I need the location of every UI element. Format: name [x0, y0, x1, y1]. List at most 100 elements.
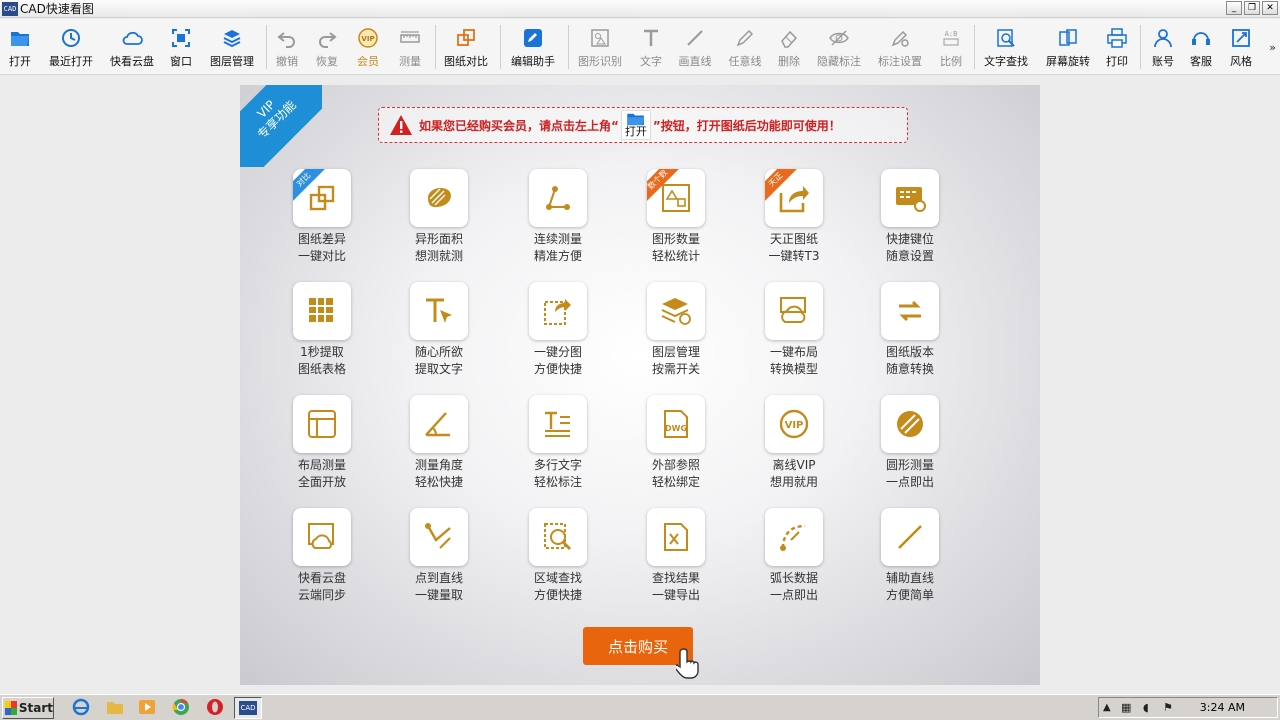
- feature-tile[interactable]: [765, 282, 823, 340]
- feature-tile[interactable]: [293, 395, 351, 453]
- style-button[interactable]: 风格: [1226, 19, 1256, 75]
- text-search-button[interactable]: 文字查找: [982, 19, 1030, 75]
- feature-item[interactable]: 多行文字 轻松标注: [503, 395, 613, 491]
- keyboard-settings-icon: [896, 187, 926, 212]
- feature-tile[interactable]: [410, 282, 468, 340]
- feature-tile[interactable]: [647, 508, 705, 566]
- feature-item[interactable]: 快捷键位 随意设置: [855, 169, 965, 265]
- edit-assistant-button[interactable]: 编辑助手: [508, 19, 558, 75]
- feature-tile[interactable]: DWG: [647, 395, 705, 453]
- feature-tile[interactable]: [529, 395, 587, 453]
- shape-recognition-icon: [591, 29, 609, 47]
- rotate-screen-button[interactable]: 屏幕旋转: [1044, 19, 1092, 75]
- annotation-settings-button[interactable]: 标注设置: [876, 19, 924, 75]
- user-icon: [1154, 29, 1172, 48]
- feature-item[interactable]: 1秒提取 图纸表格: [267, 282, 377, 378]
- feature-item[interactable]: 辅助直线 方便简单: [855, 508, 965, 604]
- file-explorer-icon[interactable]: [106, 698, 124, 716]
- taskbar-app-cad[interactable]: CAD: [234, 697, 262, 719]
- text-tool-button[interactable]: 文字: [636, 19, 666, 75]
- toolbar-overflow-button[interactable]: »: [1269, 41, 1276, 54]
- customer-service-button[interactable]: 客服: [1186, 19, 1216, 75]
- feature-title: 连续测量: [533, 232, 582, 246]
- feature-item[interactable]: 圆形测量 一点即出: [855, 395, 965, 491]
- measure-button[interactable]: 测量: [394, 19, 426, 75]
- feature-tile[interactable]: VIP: [765, 395, 823, 453]
- compare-button[interactable]: 图纸对比: [442, 19, 490, 75]
- tray-expand-icon[interactable]: ▲: [1103, 702, 1111, 713]
- restore-button[interactable]: ❐: [1244, 1, 1260, 15]
- feature-tile[interactable]: [881, 395, 939, 453]
- start-button[interactable]: Start: [2, 696, 54, 719]
- delete-button[interactable]: 删除: [774, 19, 804, 75]
- feature-tile[interactable]: [293, 508, 351, 566]
- feature-item[interactable]: 弧长数据 一点即出: [739, 508, 849, 604]
- feature-item[interactable]: 测量角度 轻松快捷: [384, 395, 494, 491]
- feature-tile[interactable]: [647, 282, 705, 340]
- svg-text:VIP: VIP: [361, 35, 374, 43]
- print-button[interactable]: 打印: [1102, 19, 1132, 75]
- volume-icon[interactable]: ◖: [1143, 701, 1149, 714]
- feature-item[interactable]: 连续测量 精准方便: [503, 169, 613, 265]
- feature-item[interactable]: 一键布局 转换模型: [739, 282, 849, 378]
- vip-ribbon: VIP 专享功能: [240, 85, 322, 167]
- feature-item[interactable]: 天正 天正图纸 一键转T3: [739, 169, 849, 265]
- feature-item[interactable]: 查找结果 一键导出: [621, 508, 731, 604]
- feature-tile[interactable]: [529, 282, 587, 340]
- hide-annotation-button[interactable]: 隐藏标注: [816, 19, 862, 75]
- layer-manager-button[interactable]: 图层管理: [206, 19, 258, 75]
- network-icon[interactable]: ▦: [1121, 701, 1131, 714]
- feature-item[interactable]: DWG 外部参照 轻松绑定: [621, 395, 731, 491]
- feature-item[interactable]: 快看云盘 云端同步: [267, 508, 377, 604]
- chrome-icon[interactable]: [172, 698, 190, 716]
- feature-tile[interactable]: 对比: [293, 169, 351, 227]
- feature-title: 1秒提取: [300, 345, 344, 359]
- media-player-icon[interactable]: [138, 698, 156, 716]
- scale-button[interactable]: A:B 比例: [936, 19, 966, 75]
- feature-item[interactable]: 布局测量 全面开放: [267, 395, 377, 491]
- feature-item[interactable]: 图纸版本 随意转换: [855, 282, 965, 378]
- flag-icon[interactable]: ⚑: [1163, 701, 1173, 714]
- export-icon: [779, 186, 809, 213]
- account-button[interactable]: 账号: [1148, 19, 1178, 75]
- feature-item[interactable]: 图层管理 按需开关: [621, 282, 731, 378]
- redo-button[interactable]: 恢复: [312, 19, 342, 75]
- feature-tile[interactable]: 天正: [765, 169, 823, 227]
- recent-open-button[interactable]: 最近打开: [44, 19, 98, 75]
- notice-text-before: 如果您已经购买会员，请点击左上角“: [419, 118, 619, 133]
- feature-tile[interactable]: [293, 282, 351, 340]
- undo-button[interactable]: 撤销: [272, 19, 302, 75]
- feature-item[interactable]: 随心所欲 提取文字: [384, 282, 494, 378]
- feature-tile[interactable]: [529, 508, 587, 566]
- line-icon: [687, 30, 703, 46]
- vip-button[interactable]: VIP 会员: [352, 19, 384, 75]
- feature-item[interactable]: 数个数 图形数量 轻松统计: [621, 169, 731, 265]
- ruler-icon: [400, 31, 420, 43]
- opera-icon[interactable]: [206, 698, 224, 716]
- shape-recognition-button[interactable]: 图形识别: [576, 19, 624, 75]
- feature-tile[interactable]: [881, 282, 939, 340]
- layer-toggle-icon: [661, 298, 691, 325]
- feature-tile[interactable]: [881, 169, 939, 227]
- freehand-line-button[interactable]: 任意线: [726, 19, 764, 75]
- minimize-button[interactable]: _: [1226, 1, 1242, 15]
- window-button[interactable]: 窗口: [166, 19, 196, 75]
- feature-item[interactable]: 点到直线 一键量取: [384, 508, 494, 604]
- feature-tile[interactable]: [410, 508, 468, 566]
- feature-tile[interactable]: [529, 169, 587, 227]
- open-button[interactable]: 打开: [2, 19, 38, 75]
- feature-item[interactable]: 异形面积 想测就测: [384, 169, 494, 265]
- feature-item[interactable]: 区域查找 方便快捷: [503, 508, 613, 604]
- close-button[interactable]: ✕: [1262, 1, 1278, 15]
- feature-tile[interactable]: [765, 508, 823, 566]
- feature-item[interactable]: 对比 图纸差异 一键对比: [267, 169, 377, 265]
- feature-item[interactable]: 一键分图 方便快捷: [503, 282, 613, 378]
- draw-line-button[interactable]: 画直线: [676, 19, 714, 75]
- internet-explorer-icon[interactable]: [72, 698, 90, 716]
- feature-tile[interactable]: 数个数: [647, 169, 705, 227]
- cloud-drive-button[interactable]: 快看云盘: [106, 19, 158, 75]
- feature-tile[interactable]: [881, 508, 939, 566]
- feature-item[interactable]: VIP 离线VIP 想用就用: [739, 395, 849, 491]
- feature-tile[interactable]: [410, 169, 468, 227]
- feature-tile[interactable]: [410, 395, 468, 453]
